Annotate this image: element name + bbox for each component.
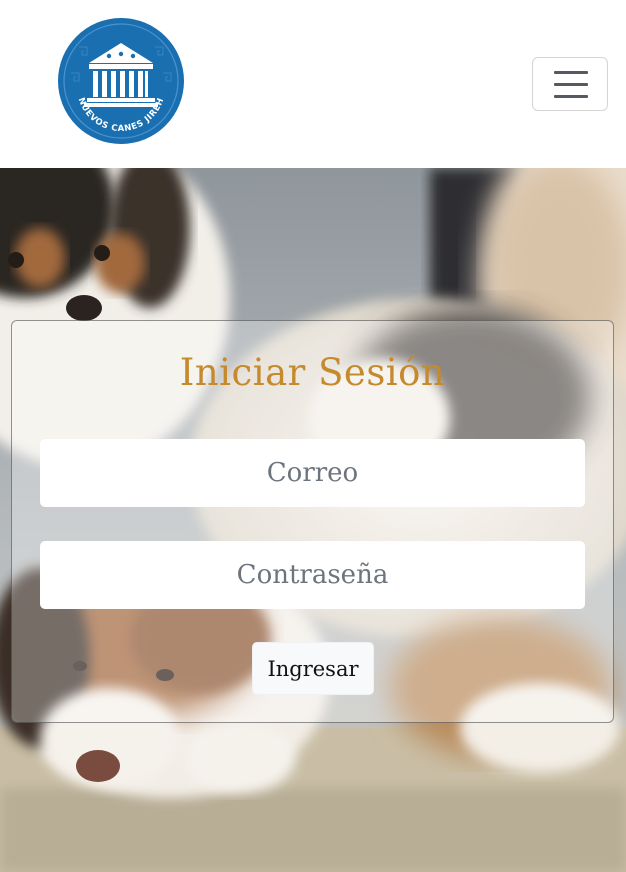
password-field[interactable] xyxy=(40,541,585,609)
login-card: Iniciar Sesión Ingresar xyxy=(11,320,614,723)
login-title: Iniciar Sesión xyxy=(179,351,446,394)
temple-paws-logo-icon: NUEVOS CANES JIREH xyxy=(58,18,184,144)
brand-logo[interactable]: NUEVOS CANES JIREH xyxy=(57,17,185,145)
hamburger-icon-line xyxy=(554,95,588,98)
hamburger-icon xyxy=(554,71,588,74)
hero-section: Iniciar Sesión Ingresar xyxy=(0,168,626,872)
email-field[interactable] xyxy=(40,439,585,507)
hamburger-icon-line xyxy=(554,83,588,86)
navbar: NUEVOS CANES JIREH xyxy=(0,0,626,168)
menu-toggle-button[interactable] xyxy=(532,57,608,111)
login-submit-button[interactable]: Ingresar xyxy=(252,642,374,695)
